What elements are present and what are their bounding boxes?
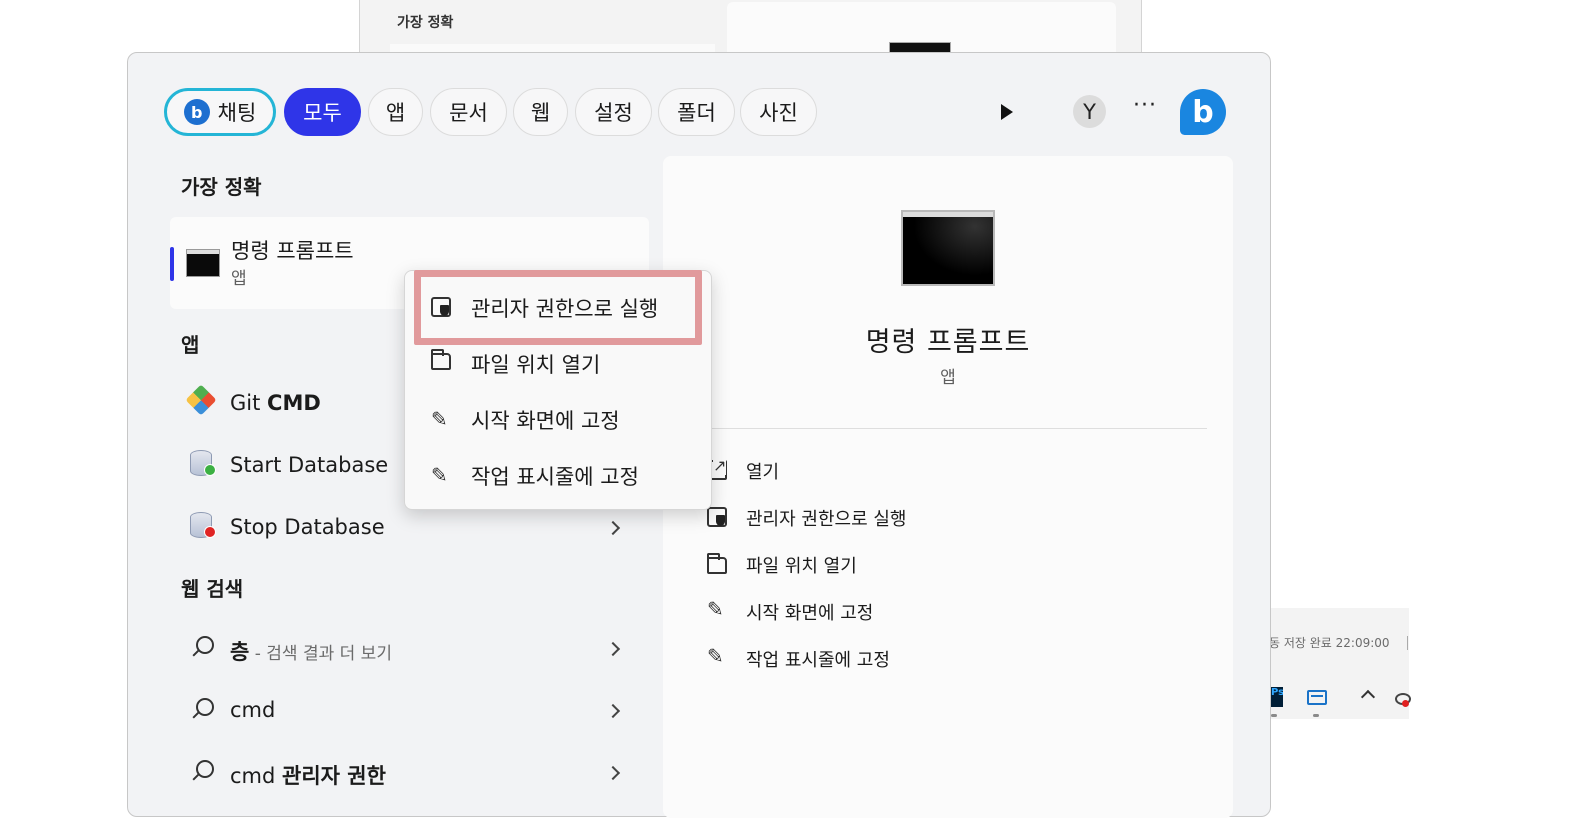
chevron-right-icon[interactable] <box>605 641 621 657</box>
chevron-right-icon[interactable] <box>605 703 621 719</box>
command-prompt-large-icon <box>901 210 995 286</box>
best-match-heading: 가장 정확 <box>181 175 262 199</box>
web-search-item[interactable]: 층 - 검색 결과 더 보기 <box>188 628 628 668</box>
web-search-label: cmd 관리자 권한 <box>230 764 386 788</box>
app-item-label: Start Database <box>230 453 389 477</box>
git-icon <box>185 384 217 416</box>
pin-icon: ✎ <box>431 407 448 431</box>
tray-alert-dot <box>1402 700 1409 707</box>
web-search-item[interactable]: cmd <box>188 690 628 730</box>
taskbar-fragment: 동 저장 완료 22:09:00 Ps <box>1269 608 1411 719</box>
start-status-dot <box>204 464 216 476</box>
context-menu-label: 작업 표시줄에 고정 <box>471 465 639 489</box>
web-search-label: cmd <box>230 698 276 722</box>
chat-tab[interactable]: b 채팅 <box>164 88 276 136</box>
action-open-file-location[interactable]: 파일 위치 열기 <box>703 550 1103 580</box>
web-search-label: 층 - 검색 결과 더 보기 <box>230 640 392 664</box>
action-run-as-admin[interactable]: 관리자 권한으로 실행 <box>703 503 1103 533</box>
detail-type: 앱 <box>940 368 956 388</box>
search-icon <box>196 636 214 654</box>
divider <box>707 428 1207 429</box>
tab-web[interactable]: 웹 <box>513 88 568 136</box>
tab-all[interactable]: 모두 <box>284 88 361 136</box>
app-item-label: Stop Database <box>230 515 385 539</box>
action-label: 파일 위치 열기 <box>746 556 857 577</box>
action-open[interactable]: 열기 <box>703 456 1103 486</box>
user-avatar[interactable]: Y <box>1073 95 1106 128</box>
photoshop-taskbar-icon[interactable]: Ps <box>1271 687 1283 707</box>
chevron-right-icon[interactable] <box>605 520 621 536</box>
app-item-label: Git CMD <box>230 391 321 415</box>
tab-photos[interactable]: 사진 <box>740 88 817 136</box>
chat-tab-label: 채팅 <box>217 101 257 125</box>
tab-apps[interactable]: 앱 <box>368 88 423 136</box>
taskbar-running-indicator <box>1313 714 1319 717</box>
detail-pane: 명령 프롬프트 앱 열기 관리자 권한으로 실행 파일 위치 열기 ✎ 시작 화… <box>663 156 1233 818</box>
detail-title: 명령 프롬프트 <box>865 327 1031 358</box>
play-more-tabs-icon[interactable] <box>1001 104 1013 120</box>
action-pin-to-start[interactable]: ✎ 시작 화면에 고정 <box>703 597 1103 627</box>
pin-icon: ✎ <box>431 463 448 487</box>
autosave-status: 동 저장 완료 22:09:00 <box>1269 636 1390 650</box>
web-search-heading: 웹 검색 <box>181 577 244 601</box>
action-label: 관리자 권한으로 실행 <box>746 509 907 530</box>
best-match-type: 앱 <box>231 269 247 289</box>
pin-icon: ✎ <box>707 597 724 621</box>
tab-settings[interactable]: 설정 <box>575 88 652 136</box>
selection-accent-bar <box>170 247 174 281</box>
action-label: 작업 표시줄에 고정 <box>746 650 890 671</box>
stop-status-dot <box>204 526 216 538</box>
action-label: 시작 화면에 고정 <box>746 603 874 624</box>
window-app-icon-detail <box>1311 695 1323 700</box>
command-prompt-icon <box>186 249 220 277</box>
bing-icon[interactable]: b <box>1180 89 1226 135</box>
context-menu-label: 시작 화면에 고정 <box>471 409 620 433</box>
tab-folders[interactable]: 폴더 <box>658 88 735 136</box>
search-icon <box>196 698 214 716</box>
best-match-name: 명령 프롬프트 <box>231 239 354 263</box>
apps-heading: 앱 <box>181 333 200 357</box>
more-options-icon[interactable]: ··· <box>1133 93 1157 118</box>
folder-icon <box>707 553 727 574</box>
context-menu-pin-to-start[interactable]: ✎ 시작 화면에 고정 <box>415 391 703 447</box>
action-label: 열기 <box>746 462 780 483</box>
tray-overflow-chevron-icon[interactable] <box>1360 689 1376 705</box>
background-section-title: 가장 정확 <box>397 15 454 31</box>
search-icon <box>196 760 214 778</box>
tab-documents[interactable]: 문서 <box>430 88 507 136</box>
shield-icon <box>707 507 727 527</box>
chevron-right-icon[interactable] <box>605 765 621 781</box>
web-search-item[interactable]: cmd 관리자 권한 <box>188 752 628 792</box>
context-menu-pin-to-taskbar[interactable]: ✎ 작업 표시줄에 고정 <box>415 447 703 503</box>
action-pin-to-taskbar[interactable]: ✎ 작업 표시줄에 고정 <box>703 644 1103 674</box>
bing-chat-icon: b <box>183 99 210 125</box>
pin-icon: ✎ <box>707 644 724 668</box>
folder-icon <box>431 349 451 370</box>
app-item-stop-database[interactable]: Stop Database <box>188 507 628 547</box>
background-window: 가장 정확 <box>359 0 1142 62</box>
highlight-box <box>414 270 702 345</box>
status-separator <box>1407 636 1408 650</box>
taskbar-running-indicator <box>1271 714 1277 717</box>
context-menu-label: 파일 위치 열기 <box>471 353 601 377</box>
